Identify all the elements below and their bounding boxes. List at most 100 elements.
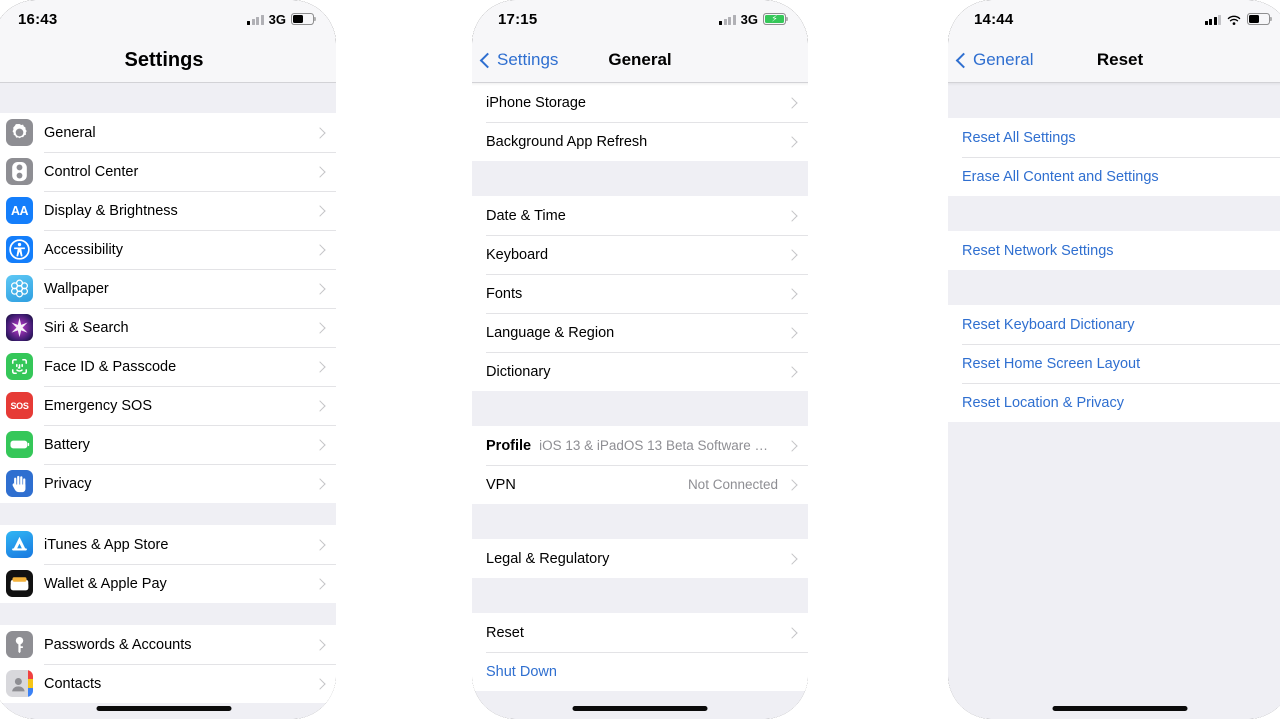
settings-section: General Control Center AA Display & Brightn…: [0, 113, 336, 503]
list-item[interactable]: Reset Location & Privacy: [948, 383, 1280, 422]
chevron-right-icon: [314, 399, 326, 412]
list-item[interactable]: VPN Not Connected: [472, 465, 808, 504]
list-item[interactable]: Battery: [0, 425, 336, 464]
battery-icon: [1247, 13, 1273, 25]
chevron-right-icon: [314, 282, 326, 295]
battery-icon: [291, 13, 317, 25]
section-gap: [0, 83, 336, 113]
back-button[interactable]: General: [955, 50, 1034, 70]
list-item[interactable]: Reset Network Settings: [948, 231, 1280, 270]
list-item[interactable]: Dictionary: [472, 352, 808, 391]
list-item[interactable]: SOS Emergency SOS: [0, 386, 336, 425]
settings-list[interactable]: iPhone Storage Background App Refresh Date…: [472, 83, 808, 719]
list-item-label: Background App Refresh: [486, 133, 648, 150]
status-indicators: 3G ⚡: [719, 12, 789, 27]
nav-bar: Settings General: [472, 38, 808, 82]
section-gap: [948, 196, 1280, 231]
list-item[interactable]: Legal & Regulatory: [472, 539, 808, 578]
list-item-value: Not Connected: [687, 477, 778, 492]
list-item[interactable]: Profile iOS 13 & iPadOS 13 Beta Software …: [472, 426, 808, 465]
aa-icon: AA: [6, 197, 33, 224]
list-item[interactable]: Privacy: [0, 464, 336, 503]
accessibility-icon: [6, 236, 33, 263]
list-item-label: Reset Home Screen Layout: [962, 355, 1141, 372]
list-item[interactable]: iTunes & App Store: [0, 525, 336, 564]
list-item-label: Shut Down: [486, 663, 557, 680]
section-gap: [472, 391, 808, 426]
phone-screen-general: 17:15 3G ⚡ Settings General iPhone Storage Bac…: [472, 0, 808, 719]
list-item-label: Reset Network Settings: [962, 242, 1114, 259]
status-bar: 16:43 3G: [0, 0, 336, 38]
list-item[interactable]: Background App Refresh: [472, 122, 808, 161]
home-indicator[interactable]: [1052, 706, 1188, 711]
phone-frame-general: 17:15 3G ⚡ Settings General iPhone Storage Bac…: [472, 0, 808, 719]
list-item[interactable]: Siri & Search: [0, 308, 336, 347]
list-item-label: Fonts: [486, 285, 523, 302]
home-indicator[interactable]: [572, 706, 708, 711]
list-item[interactable]: Reset Keyboard Dictionary: [948, 305, 1280, 344]
list-item[interactable]: Fonts: [472, 274, 808, 313]
phone-frame-settings: 16:43 3G Settings General Control Center AA Di…: [0, 0, 336, 719]
chevron-left-icon: [479, 52, 496, 68]
list-item[interactable]: iPhone Storage: [472, 83, 808, 122]
chevron-right-icon: [786, 626, 798, 639]
list-item[interactable]: Passwords & Accounts: [0, 625, 336, 664]
list-item[interactable]: Face ID & Passcode: [0, 347, 336, 386]
list-item-label: Face ID & Passcode: [44, 358, 177, 375]
list-item[interactable]: Wallpaper: [0, 269, 336, 308]
home-indicator[interactable]: [96, 706, 232, 711]
list-item[interactable]: Control Center: [0, 152, 336, 191]
page-title: General: [608, 50, 672, 69]
siri-icon: [6, 314, 33, 341]
chevron-right-icon: [314, 438, 326, 451]
list-item[interactable]: Contacts: [0, 664, 336, 703]
list-item-label: Legal & Regulatory: [486, 550, 610, 567]
phone-frame-reset: 14:44 General Reset Reset All Settings Erase…: [948, 0, 1280, 719]
list-item-label: Emergency SOS: [44, 397, 152, 414]
section-gap: [472, 504, 808, 539]
list-item[interactable]: General: [0, 113, 336, 152]
sliders-icon: [6, 158, 33, 185]
phone-screen-reset: 14:44 General Reset Reset All Settings Erase…: [948, 0, 1280, 719]
back-button[interactable]: Settings: [479, 50, 559, 70]
list-item[interactable]: Language & Region: [472, 313, 808, 352]
chevron-right-icon: [786, 365, 798, 378]
battery-level: [293, 15, 303, 23]
list-item[interactable]: AA Display & Brightness: [0, 191, 336, 230]
list-item[interactable]: Accessibility: [0, 230, 336, 269]
chevron-right-icon: [786, 135, 798, 148]
list-item[interactable]: Erase All Content and Settings: [948, 157, 1280, 196]
list-item-label: Erase All Content and Settings: [962, 168, 1159, 185]
list-item-label: Siri & Search: [44, 319, 129, 336]
list-item[interactable]: Reset All Settings: [948, 118, 1280, 157]
list-item[interactable]: Reset Home Screen Layout: [948, 344, 1280, 383]
list-item-value: iOS 13 & iPadOS 13 Beta Software Profile…: [539, 438, 776, 453]
chevron-right-icon: [314, 360, 326, 373]
settings-section: iPhone Storage Background App Refresh: [472, 83, 808, 161]
settings-list[interactable]: Reset All Settings Erase All Content and …: [948, 83, 1280, 719]
contacts-icon: [6, 670, 33, 697]
chevron-right-icon: [314, 577, 326, 590]
list-item[interactable]: Date & Time: [472, 196, 808, 235]
settings-list[interactable]: General Control Center AA Display & Brightn…: [0, 83, 336, 719]
flower-icon: [6, 275, 33, 302]
phone-screen-settings: 16:43 3G Settings General Control Center AA Di…: [0, 0, 336, 719]
wallet-icon: [6, 570, 33, 597]
back-button-label: General: [973, 50, 1034, 69]
list-item[interactable]: Shut Down: [472, 652, 808, 691]
list-bottom-space: [948, 422, 1280, 719]
list-item[interactable]: Wallet & Apple Pay: [0, 564, 336, 603]
list-item[interactable]: Reset: [472, 613, 808, 652]
signal-bars-icon: [719, 14, 736, 25]
chevron-right-icon: [786, 326, 798, 339]
section-gap: [948, 270, 1280, 305]
chevron-right-icon: [786, 478, 798, 491]
settings-section: Profile iOS 13 & iPadOS 13 Beta Software …: [472, 426, 808, 504]
list-item[interactable]: Keyboard: [472, 235, 808, 274]
nav-bar: Settings: [0, 38, 336, 82]
list-item-label: Privacy: [44, 475, 92, 492]
list-item-label: Language & Region: [486, 324, 615, 341]
back-button-label: Settings: [497, 50, 559, 69]
battery-icon: [6, 431, 33, 458]
status-indicators: [1204, 13, 1273, 25]
